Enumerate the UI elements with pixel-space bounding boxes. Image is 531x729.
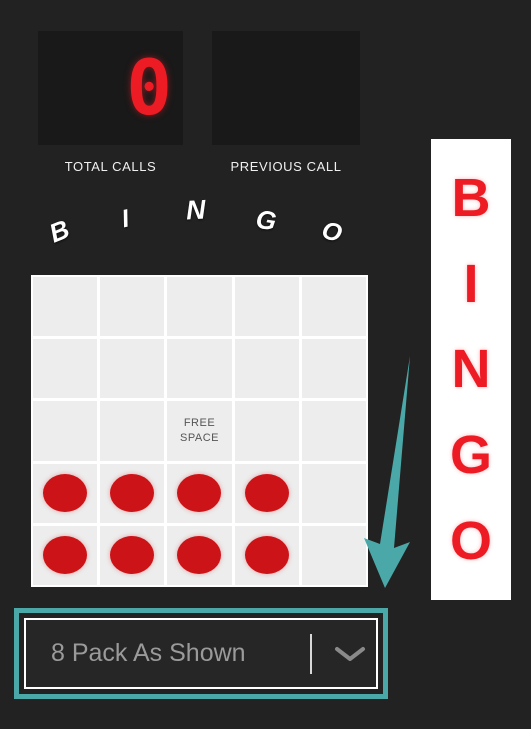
total-calls-label: TOTAL CALLS: [64, 159, 157, 174]
bingo-cell[interactable]: [100, 277, 165, 337]
daub-marker: [177, 536, 222, 575]
bingo-cell[interactable]: [100, 339, 165, 399]
card-header-letter-o: O: [318, 215, 346, 249]
pack-selector-highlight: 8 Pack As Shown: [14, 608, 388, 699]
bingo-cell[interactable]: [33, 463, 98, 523]
previous-call-label: PREVIOUS CALL: [230, 159, 342, 174]
previous-call-display: PREVIOUS CALL: [212, 31, 360, 174]
card-header-letter-n: N: [185, 194, 207, 226]
bingo-cell[interactable]: [301, 401, 366, 461]
bingo-cell[interactable]: [167, 463, 232, 523]
daub-marker: [110, 474, 155, 513]
side-banner-letter: I: [463, 253, 479, 314]
pack-selector-dropdown[interactable]: 8 Pack As Shown: [24, 618, 378, 689]
bingo-cell[interactable]: [234, 401, 299, 461]
bingo-cell[interactable]: [301, 463, 366, 523]
bingo-card-grid[interactable]: FREE SPACE: [31, 275, 368, 587]
bingo-cell[interactable]: [33, 401, 98, 461]
side-banner-letter: B: [451, 167, 491, 228]
bingo-cell[interactable]: [167, 339, 232, 399]
bingo-app-screen: 0 TOTAL CALLS PREVIOUS CALL B I N G O FR…: [0, 0, 531, 729]
daub-marker: [110, 536, 155, 575]
total-calls-screen: 0: [38, 31, 183, 145]
daub-marker: [43, 536, 88, 575]
side-banner-letter: G: [449, 425, 492, 486]
bingo-cell[interactable]: [100, 463, 165, 523]
bingo-cell[interactable]: [234, 339, 299, 399]
card-header-letter-b: B: [44, 213, 74, 249]
bingo-cell[interactable]: [33, 339, 98, 399]
bingo-cell[interactable]: [234, 463, 299, 523]
bingo-cell[interactable]: [301, 277, 366, 337]
free-space-line-2: SPACE: [180, 431, 219, 444]
card-header-letter-g: G: [254, 203, 279, 237]
bingo-cell[interactable]: [167, 277, 232, 337]
bingo-cell[interactable]: FREE SPACE: [167, 401, 232, 461]
bingo-cell[interactable]: [100, 401, 165, 461]
daub-marker: [244, 474, 289, 513]
side-bingo-banner: BINGO: [431, 139, 511, 600]
bingo-cell[interactable]: [234, 277, 299, 337]
pack-selector-value: 8 Pack As Shown: [51, 639, 246, 667]
card-header-letter-i: I: [119, 204, 132, 234]
total-calls-display: 0 TOTAL CALLS: [38, 31, 183, 174]
daub-marker: [43, 474, 88, 513]
side-banner-letter: N: [451, 339, 491, 400]
free-space-label: FREE SPACE: [180, 416, 219, 446]
bingo-cell[interactable]: [301, 339, 366, 399]
previous-call-screen: [212, 31, 360, 145]
bingo-cell[interactable]: [301, 525, 366, 585]
daub-marker: [177, 474, 222, 513]
bingo-cell[interactable]: [234, 525, 299, 585]
chevron-down-icon[interactable]: [324, 644, 376, 664]
free-space-line-1: FREE: [183, 416, 216, 429]
bingo-cell[interactable]: [33, 525, 98, 585]
bingo-cell[interactable]: [33, 277, 98, 337]
dropdown-separator: [310, 633, 312, 674]
card-bingo-header: B I N G O: [0, 192, 400, 260]
bingo-cell[interactable]: [100, 525, 165, 585]
total-calls-value: 0: [126, 43, 172, 132]
daub-marker: [244, 536, 289, 575]
bingo-cell[interactable]: [167, 525, 232, 585]
side-banner-letter: O: [449, 511, 492, 572]
